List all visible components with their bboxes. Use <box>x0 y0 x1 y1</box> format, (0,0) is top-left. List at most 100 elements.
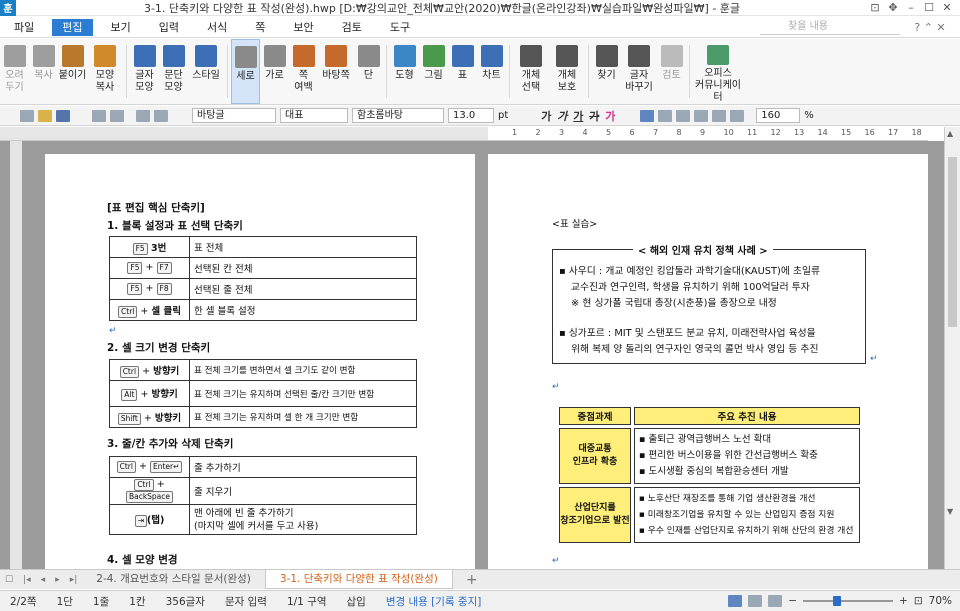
zoom-in-icon[interactable]: + <box>899 595 908 607</box>
search-input[interactable]: 찾을 내용 <box>760 19 900 35</box>
ribbon-button-landscape[interactable]: 가로 <box>260 39 289 104</box>
ribbon-button-copy[interactable]: 복사 <box>29 39 58 104</box>
vertical-scrollbar[interactable]: ▲ ▼ <box>944 127 960 569</box>
ribbon-button-object-select[interactable]: 개체 선택 <box>513 39 549 104</box>
zoom-input[interactable]: 160 <box>756 108 801 123</box>
ribbon-button-picture[interactable]: 그림 <box>419 39 448 104</box>
scroll-thumb[interactable] <box>948 157 957 327</box>
font-color-button[interactable]: 가 <box>604 108 616 124</box>
view-page-icon[interactable] <box>728 595 743 607</box>
language-select[interactable]: 대표 <box>280 108 348 123</box>
ribbon-button-review[interactable]: 검토 <box>657 39 686 104</box>
new-doc-icon[interactable] <box>20 109 34 122</box>
pin-icon[interactable]: ⊡ <box>868 1 882 14</box>
status-track-changes[interactable]: 변경 내용 [기록 중지] <box>376 594 492 609</box>
table-row[interactable]: F5 + F8 선택된 줄 전체 <box>109 278 417 300</box>
preview-icon[interactable] <box>110 109 124 122</box>
zoom-fit-icon[interactable]: ⊡ <box>914 595 923 607</box>
table-row[interactable]: F5 + F7 선택된 칸 전체 <box>109 257 417 279</box>
align-justify-icon[interactable] <box>640 109 655 122</box>
ribbon-button-columns[interactable]: 단 <box>354 39 383 104</box>
view-web-icon[interactable] <box>748 595 763 607</box>
tab-list-icon[interactable]: ☐ <box>0 575 18 585</box>
ribbon-button-shape[interactable]: 도형 <box>390 39 419 104</box>
ribbon-button-master-page[interactable]: 바탕쪽 <box>318 39 354 104</box>
menu-page[interactable]: 쪽 <box>241 17 279 38</box>
ribbon-button-scissors[interactable]: 오려 두기 <box>0 39 29 104</box>
table-row[interactable]: Alt + 방향키 표 전체 크기는 유지하며 선택된 줄/칸 크기만 변함 <box>109 380 417 407</box>
menu-tools[interactable]: 도구 <box>376 17 424 38</box>
close-button[interactable]: ✕ <box>940 1 954 14</box>
align-center-icon[interactable] <box>676 109 691 122</box>
move-icon[interactable]: ✥ <box>886 1 900 14</box>
tab-next-icon[interactable]: ▸ <box>50 575 65 585</box>
menu-view[interactable]: 보기 <box>97 17 145 38</box>
bold-button[interactable]: 가 <box>540 108 552 124</box>
zoom-slider[interactable] <box>803 596 894 606</box>
ribbon-button-office-communicator[interactable]: 오피스 커뮤니케이터 <box>693 39 743 104</box>
ribbon-button-style[interactable]: 스타일 <box>188 39 224 104</box>
minimize-button[interactable]: – <box>904 1 918 14</box>
zoom-slider-handle[interactable] <box>833 596 842 606</box>
horizontal-ruler[interactable]: 1 2 3 4 5 6 7 8 9 10 11 12 13 14 15 16 17 18 <box>488 127 928 141</box>
menu-insert[interactable]: 입력 <box>145 17 193 38</box>
italic-button[interactable]: 가 <box>556 108 568 124</box>
table-row[interactable]: Shift + 방향키 표 전체 크기는 유지하며 셀 한 개 크기만 변함 <box>109 406 417 428</box>
font-select[interactable]: 함초롬바탕 <box>352 108 444 123</box>
menu-format[interactable]: 서식 <box>193 17 241 38</box>
scroll-down-icon[interactable]: ▼ <box>947 507 953 516</box>
zoom-out-icon[interactable]: − <box>788 595 797 607</box>
vertical-ruler[interactable] <box>10 141 22 569</box>
menu-edit[interactable]: 편집 <box>52 18 93 36</box>
tab-document-1[interactable]: 2-4. 개요번호와 스타일 문서(완성) <box>82 570 265 589</box>
ribbon-button-format-copy[interactable]: 모양 복사 <box>87 39 123 104</box>
menu-security[interactable]: 보안 <box>279 17 327 38</box>
page-2[interactable]: <표 실습> < 해외 인재 유치 정책 사례 > ▪ 사우디 : 개교 예정인… <box>488 154 928 569</box>
scroll-up-icon[interactable]: ▲ <box>947 129 953 138</box>
ribbon-button-portrait[interactable]: 세로 <box>231 39 260 104</box>
tab-document-2[interactable]: 3-1. 단축키와 다양한 표 작성(완성) <box>264 570 453 589</box>
font-size-input[interactable]: 13.0 <box>448 108 494 123</box>
line-spacing-icon[interactable] <box>730 109 745 122</box>
table-row[interactable]: Ctrl + 방향키 표 전체 크기를 변하면서 셀 크기도 같이 변함 <box>109 359 417 381</box>
policy-table[interactable]: 중점과제 주요 추진 내용 대중교통 인프라 확충 ▪ 출퇴근 광역급행버스 노선… <box>556 404 863 546</box>
ribbon-button-table[interactable]: 표 <box>448 39 477 104</box>
table-row[interactable]: F5 3번 표 전체 <box>109 236 417 258</box>
table-row[interactable]: 산업단지를 창조기업으로 발전 ▪ 노후산단 재장조를 통해 기업 생산환경을 개… <box>559 487 860 543</box>
ribbon-button-chart[interactable]: 차트 <box>477 39 506 104</box>
view-draft-icon[interactable] <box>768 595 783 607</box>
policy-box[interactable]: < 해외 인재 유치 정책 사례 > ▪ 사우디 : 개교 예정인 킹압둘라 과… <box>552 242 866 364</box>
tab-last-icon[interactable]: ▸| <box>65 575 83 585</box>
undo-icon[interactable] <box>136 109 150 122</box>
add-tab-button[interactable]: + <box>461 572 483 588</box>
underline-button[interactable]: 가 <box>572 108 584 124</box>
shortcut-table-2[interactable]: Ctrl + 방향키 표 전체 크기를 변하면서 셀 크기도 같이 변함 Alt… <box>109 359 417 428</box>
table-row[interactable]: 중점과제 주요 추진 내용 <box>559 407 860 425</box>
status-input-mode[interactable]: 문자 입력 <box>215 594 277 609</box>
ribbon-controls[interactable]: ? ⌃ ✕ <box>900 21 960 34</box>
menu-file[interactable]: 파일 <box>0 17 48 38</box>
table-row[interactable]: Ctrl + 셀 클릭 한 셀 블록 설정 <box>109 299 417 321</box>
maximize-button[interactable]: ☐ <box>922 1 936 14</box>
status-insert-mode[interactable]: 삽입 <box>337 594 376 609</box>
print-icon[interactable] <box>92 109 106 122</box>
align-distribute-icon[interactable] <box>712 109 727 122</box>
ribbon-button-margin[interactable]: 쪽 여백 <box>289 39 318 104</box>
shortcut-table-3[interactable]: Ctrl + Enter↵ 줄 추가하기 Ctrl + BackSpace 줄 … <box>109 456 417 535</box>
status-page[interactable]: 2/2쪽 <box>0 594 47 609</box>
ribbon-button-paste[interactable]: 붙이기 <box>58 39 87 104</box>
align-left-icon[interactable] <box>658 109 673 122</box>
open-icon[interactable] <box>38 109 52 122</box>
page-1[interactable]: [표 편집 핵심 단축키] 1. 블록 설정과 표 선택 단축키 F5 3번 표… <box>45 154 475 569</box>
ribbon-button-replace[interactable]: 글자 바꾸기 <box>621 39 657 104</box>
ribbon-button-find[interactable]: 찾기 <box>592 39 621 104</box>
tab-prev-icon[interactable]: ◂ <box>36 575 51 585</box>
table-row[interactable]: 대중교통 인프라 확충 ▪ 출퇴근 광역급행버스 노선 확대 ▪ 편리한 버스이용을… <box>559 428 860 484</box>
table-row[interactable]: ⇥ (탭) 맨 아래에 빈 줄 추가하기 (마지막 셀에 커서를 두고 사용) <box>109 504 417 535</box>
align-right-icon[interactable] <box>694 109 709 122</box>
save-icon[interactable] <box>56 109 70 122</box>
tab-first-icon[interactable]: |◂ <box>18 575 36 585</box>
zoom-level[interactable]: 70% <box>929 595 952 607</box>
ribbon-button-para-shape[interactable]: 문단 모양 <box>159 39 188 104</box>
table-row[interactable]: Ctrl + Enter↵ 줄 추가하기 <box>109 456 417 478</box>
